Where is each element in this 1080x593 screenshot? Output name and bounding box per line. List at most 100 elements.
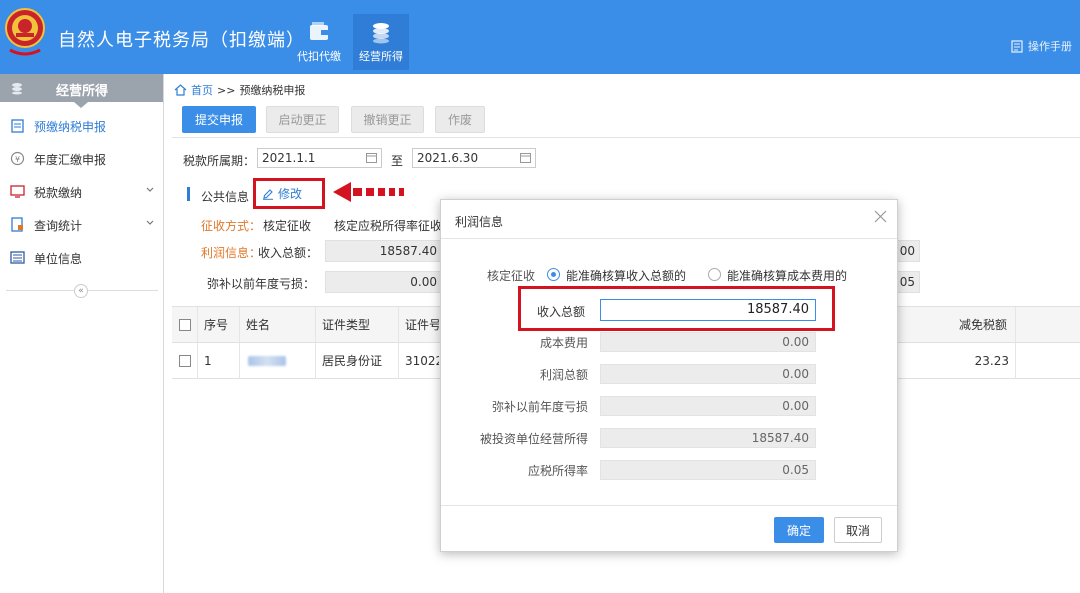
header-reduction: 减免税额: [898, 307, 1016, 343]
edit-label: 修改: [278, 187, 303, 201]
row-id-type: 居民身份证: [316, 343, 399, 379]
collection-method-label: 征收方式：: [201, 219, 262, 233]
prior-loss-label: 弥补以前年度亏损：: [207, 277, 316, 291]
row-reduction: 23.23: [898, 343, 1016, 379]
document-icon: [1011, 39, 1023, 53]
clipboard-icon: [11, 119, 24, 133]
radio-income-accurate[interactable]: [547, 268, 560, 281]
section-marker: [187, 187, 190, 201]
rate-method-text: 核定应税所得率征收: [334, 219, 442, 233]
redacted-name: [248, 356, 286, 366]
manual-label: 操作手册: [1028, 40, 1072, 53]
confirm-button[interactable]: 确定: [774, 517, 824, 543]
sidebar-item-annual[interactable]: ¥ 年度汇缴申报: [0, 143, 163, 173]
nav-business-income-label: 经营所得: [359, 50, 403, 63]
dialog-rate-label: 应税所得率: [527, 464, 588, 478]
sidebar-item-label: 年度汇缴申报: [34, 153, 107, 167]
income-total-label: 收入总额：: [258, 246, 319, 260]
pencil-icon: [263, 188, 273, 200]
manual-link[interactable]: 操作手册: [1011, 38, 1072, 54]
prior-loss-dialog-field: 0.00: [600, 396, 816, 416]
sidebar-item-label: 税款缴纳: [34, 186, 83, 200]
breadcrumb-home[interactable]: 首页: [191, 82, 213, 98]
chevron-down-icon: [146, 187, 154, 192]
header-name: 姓名: [240, 307, 316, 343]
header-id-type: 证件类型: [316, 307, 399, 343]
breadcrumb-separator: >>: [217, 83, 236, 97]
collection-method-value: 核定征收: [263, 219, 312, 233]
sidebar-title: 经营所得: [56, 84, 109, 99]
profit-info-label: 利润信息：: [201, 246, 262, 260]
calendar-icon: [366, 153, 377, 163]
tax-period-label: 税款所属期：: [183, 154, 256, 168]
cancel-button[interactable]: 取消: [834, 517, 882, 543]
sidebar-header: 经营所得: [0, 74, 163, 108]
pointer-arrow-icon: [333, 182, 404, 202]
monitor-icon: [10, 185, 25, 198]
radio-income-accurate-label[interactable]: 能准确核算收入总额的: [566, 267, 686, 284]
dialog-loss-label: 弥补以前年度亏损: [491, 400, 588, 414]
sidebar-collapse-button[interactable]: «: [74, 284, 88, 298]
sidebar-item-label: 预缴纳税申报: [34, 120, 107, 134]
partial-field-1: 00: [897, 240, 920, 262]
dialog-title: 利润信息: [455, 215, 504, 229]
toolbar-divider: [172, 137, 1080, 138]
header-id-number: 证件号: [405, 318, 439, 332]
start-correction-button[interactable]: 启动更正: [266, 106, 339, 133]
coins-icon: [373, 23, 389, 44]
row-id-number: 31022: [405, 354, 439, 368]
close-icon[interactable]: [874, 210, 887, 223]
submit-declaration-button[interactable]: 提交申报: [182, 106, 256, 133]
period-end-input[interactable]: 2021.6.30: [412, 148, 536, 168]
dialog-invested-label: 被投资单位经营所得: [479, 432, 588, 446]
edit-button[interactable]: 修改: [253, 178, 325, 209]
period-end-value: 2021.6.30: [417, 151, 479, 165]
prior-loss-field: 0.00: [325, 271, 442, 293]
public-info-label: 公共信息: [201, 190, 250, 204]
row-index: 1: [198, 343, 240, 379]
dialog-header-divider: [441, 238, 897, 239]
yen-icon: ¥: [10, 151, 25, 166]
top-header: 自然人电子税务局（扣缴端） 代扣代缴 经营所得 操作手册: [0, 0, 1080, 74]
sidebar-notch: [74, 102, 88, 108]
period-to-label: 至: [391, 154, 404, 168]
period-start-input[interactable]: 2021.1.1: [257, 148, 382, 168]
nav-withholding[interactable]: 代扣代缴: [291, 14, 347, 70]
tax-emblem-icon: [5, 8, 45, 56]
sidebar-item-unit-info[interactable]: 单位信息: [0, 242, 163, 272]
wallet-icon: [310, 22, 328, 40]
select-all-cell: [172, 307, 198, 343]
row-name: [240, 343, 316, 379]
partial-field-2: 05: [897, 271, 920, 293]
dialog-income-label: 收入总额: [536, 305, 585, 319]
taxable-rate-field: 0.05: [600, 460, 816, 480]
row-select-cell: [172, 343, 198, 379]
svg-text:¥: ¥: [15, 155, 20, 164]
period-start-value: 2021.1.1: [262, 151, 316, 165]
breadcrumb-current: 预缴纳税申报: [239, 84, 306, 97]
sidebar-item-prepayment[interactable]: 预缴纳税申报: [0, 110, 163, 140]
sidebar: 经营所得 预缴纳税申报 ¥ 年度汇缴申报 税款缴纳 查询统计 单位信息 «: [0, 74, 164, 593]
chevron-down-icon: [146, 220, 154, 225]
cancel-correction-button[interactable]: 撤销更正: [351, 106, 424, 133]
profit-field: 0.00: [600, 364, 816, 384]
invested-income-field: 18587.40: [600, 428, 816, 448]
cost-field: 0.00: [600, 332, 816, 352]
dialog-footer-divider: [441, 505, 897, 506]
report-icon: [11, 217, 23, 232]
sidebar-item-query[interactable]: 查询统计: [0, 209, 163, 239]
breadcrumb: 首页 >> 预缴纳税申报: [174, 82, 305, 98]
select-all-checkbox[interactable]: [179, 319, 191, 331]
radio-cost-accurate-label[interactable]: 能准确核算成本费用的: [727, 267, 847, 284]
sidebar-item-payment[interactable]: 税款缴纳: [0, 176, 163, 206]
row-checkbox[interactable]: [179, 355, 191, 367]
sidebar-item-label: 单位信息: [34, 252, 83, 266]
app-title: 自然人电子税务局（扣缴端）: [58, 30, 305, 51]
dialog-cost-label: 成本费用: [539, 336, 588, 350]
nav-business-income[interactable]: 经营所得: [353, 14, 409, 70]
income-total-input[interactable]: 18587.40: [600, 299, 816, 321]
income-total-field: 18587.40: [325, 240, 442, 262]
void-button[interactable]: 作废: [435, 106, 485, 133]
list-icon: [10, 251, 25, 264]
radio-cost-accurate[interactable]: [708, 268, 721, 281]
